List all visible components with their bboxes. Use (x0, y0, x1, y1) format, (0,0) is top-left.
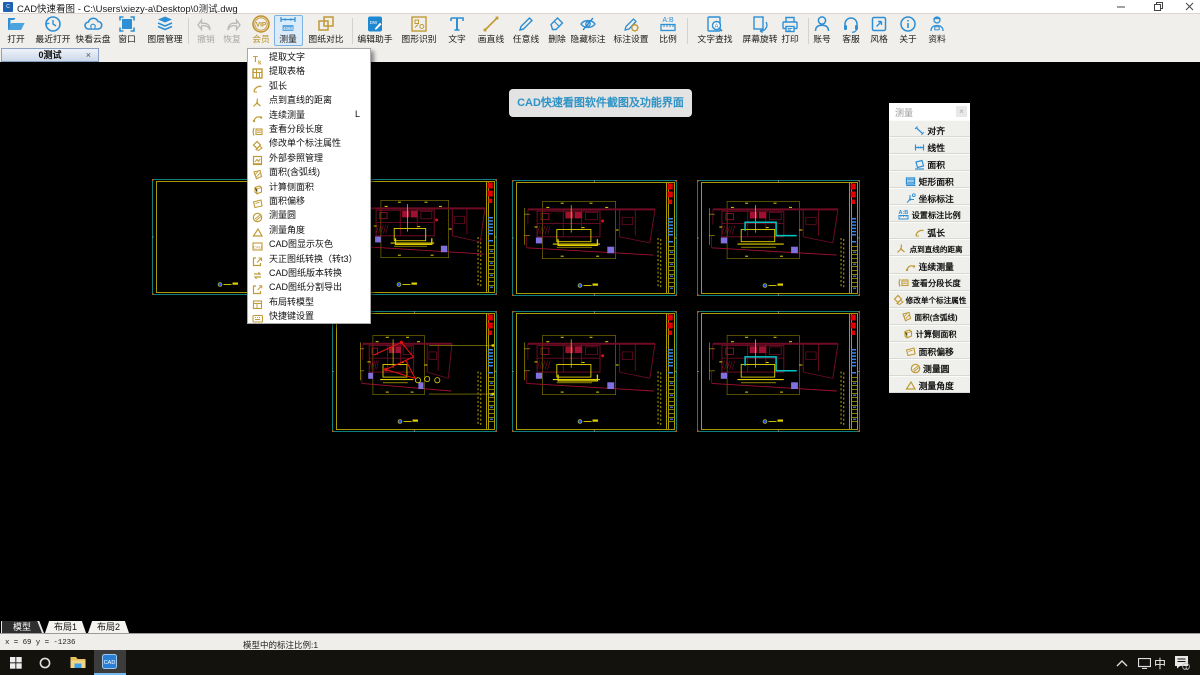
svg-text:DW: DW (370, 20, 378, 25)
svg-text:4566: 4566 (283, 26, 294, 31)
svg-text:A:B: A:B (662, 17, 674, 24)
svg-text:1: 1 (1184, 664, 1188, 670)
svg-text:CAD: CAD (104, 660, 116, 666)
svg-text:A: A (714, 24, 718, 30)
svg-text:CAD: CAD (253, 245, 262, 250)
